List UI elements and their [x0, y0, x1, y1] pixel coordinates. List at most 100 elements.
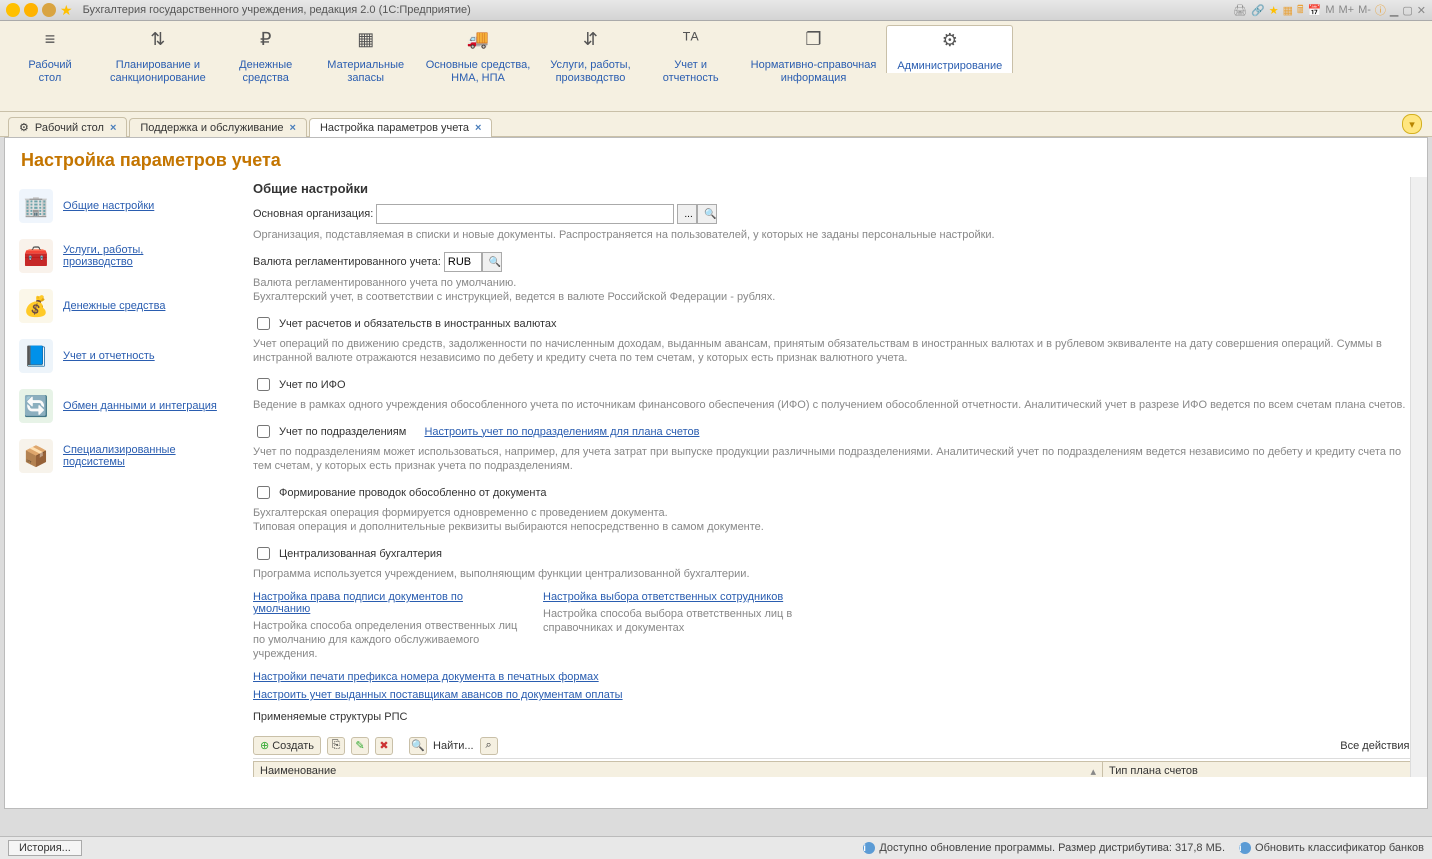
toolbar-item[interactable]: ❐ Нормативно-справочнаяинформация — [741, 29, 887, 85]
grid-header-name[interactable]: Наименование▴ — [254, 762, 1103, 777]
org-hint: Организация, подставляемая в списки и но… — [253, 228, 1417, 242]
separate-entries-hint: Бухгалтерская операция формируется однов… — [253, 506, 1417, 534]
tabs-dropdown-icon[interactable]: ▾ — [1402, 114, 1422, 134]
dept-label: Учет по подразделениям — [279, 426, 406, 438]
sidebar-icon: 📘 — [19, 339, 53, 373]
toolbar-item[interactable]: 🚚 Основные средства,НМА, НПА — [416, 29, 541, 85]
print-prefix-link[interactable]: Настройки печати префикса номера докумен… — [253, 671, 599, 683]
sidebar-icon: 🧰 — [19, 239, 53, 273]
grid-header-type[interactable]: Тип плана счетов — [1103, 762, 1416, 777]
advances-link[interactable]: Настроить учет выданных поставщикам аван… — [253, 689, 623, 701]
foreign-currency-hint: Учет операций по движению средств, задол… — [253, 337, 1417, 365]
separate-entries-checkbox[interactable] — [257, 486, 270, 499]
sidebar-item[interactable]: 💰Денежные средства — [15, 281, 245, 331]
signature-rights-link[interactable]: Настройка права подписи документов по ум… — [253, 591, 463, 615]
sidebar-label: Общие настройки — [63, 200, 154, 212]
sidebar-icon: 📦 — [19, 439, 53, 473]
history-button[interactable]: История... — [8, 840, 82, 856]
page: Настройка параметров учета 🏢Общие настро… — [4, 137, 1428, 809]
sidebar-label: Услуги, работы,производство — [63, 244, 143, 268]
toolbar-label: Услуги, работы,производство — [550, 59, 630, 85]
sidebar-item[interactable]: 📘Учет и отчетность — [15, 331, 245, 381]
toolbar-item[interactable]: ⇅Планирование исанкционирование — [100, 29, 216, 85]
org-search-button[interactable]: 🔍 — [697, 204, 717, 224]
toolbar-label: Рабочийстол — [10, 59, 90, 85]
link-icon[interactable]: 🔗 — [1251, 4, 1265, 17]
close-icon[interactable]: ✕ — [1417, 4, 1426, 17]
responsible-selection-link[interactable]: Настройка выбора ответственных сотрудник… — [543, 591, 783, 603]
tab[interactable]: Поддержка и обслуживание × — [129, 118, 307, 137]
print-icon[interactable]: 🖨 — [1233, 4, 1247, 17]
max-icon[interactable]: ▢ — [1402, 4, 1412, 17]
scrollbar[interactable] — [1410, 177, 1427, 777]
sidebar-label: Денежные средства — [63, 300, 165, 312]
info-icon: i — [863, 842, 875, 854]
sidebar-item[interactable]: 🏢Общие настройки — [15, 181, 245, 231]
page-title: Настройка параметров учета — [5, 138, 1427, 177]
toolbar-icon: ᵀᴬ — [651, 29, 731, 53]
tab-label: Рабочий стол — [35, 122, 104, 134]
toolbar-label: Основные средства,НМА, НПА — [426, 59, 531, 85]
tab-close-icon[interactable]: × — [110, 122, 116, 134]
fav-icon[interactable]: ★ — [1269, 4, 1279, 17]
foreign-currency-checkbox[interactable] — [257, 317, 270, 330]
status-bank[interactable]: iОбновить классификатор банков — [1239, 842, 1424, 854]
nav-forward-icon[interactable] — [42, 3, 56, 17]
rps-all-actions[interactable]: Все действия▾ — [1340, 739, 1417, 752]
rps-search-icon[interactable]: 🔍 — [409, 737, 427, 755]
toolbar-item[interactable]: ▦Материальныезапасы — [316, 29, 416, 85]
tab[interactable]: Настройка параметров учета× — [309, 118, 492, 137]
min-icon[interactable]: ▁ — [1390, 4, 1398, 17]
settings-sidebar: 🏢Общие настройки 🧰 Услуги, работы,производ… — [5, 177, 249, 797]
currency-hint: Валюта регламентированного учета по умол… — [253, 276, 1417, 304]
sidebar-label: Специализированныеподсистемы — [63, 444, 176, 468]
toolbar-item[interactable]: ⚙Администрирование — [886, 25, 1013, 73]
rps-edit-icon[interactable]: ✎ — [351, 737, 369, 755]
toolbar-item[interactable]: ⇵Услуги, работы,производство — [540, 29, 640, 85]
rps-copy-icon[interactable]: ⎘ — [327, 737, 345, 755]
org-picker-button[interactable]: ... — [677, 204, 697, 224]
tab-close-icon[interactable]: × — [290, 122, 296, 134]
currency-input[interactable] — [444, 252, 482, 272]
statusbar: История... iДоступно обновление программ… — [0, 836, 1432, 859]
app-icon[interactable] — [6, 3, 20, 17]
rps-delete-icon[interactable]: ✖ — [375, 737, 393, 755]
rps-create-button[interactable]: ⊕Создать — [253, 736, 321, 755]
toolbar-item[interactable]: ᵀᴬУчет иотчетность — [641, 29, 741, 85]
sidebar-item[interactable]: 📦 Специализированныеподсистемы — [15, 431, 245, 481]
toolbar-item[interactable]: ≡Рабочийстол — [0, 29, 100, 85]
info-icon[interactable]: ⓘ — [1375, 2, 1386, 18]
rps-clear-search-icon[interactable]: ⌕ — [480, 737, 498, 755]
tab-label: Поддержка и обслуживание — [140, 122, 283, 134]
nav-back-icon[interactable] — [24, 3, 38, 17]
toolbar-item[interactable]: ₽Денежныесредства — [216, 29, 316, 85]
tab-close-icon[interactable]: × — [475, 122, 481, 134]
calendar-icon[interactable]: 📅 — [1308, 4, 1322, 17]
status-update[interactable]: iДоступно обновление программы. Размер д… — [863, 842, 1225, 854]
tab[interactable]: ⚙Рабочий стол× — [8, 117, 127, 137]
calc-icon[interactable]: 🖩 — [1297, 1, 1304, 20]
settings-main: Общие настройки Основная организация: ..… — [249, 177, 1427, 777]
currency-search-button[interactable]: 🔍 — [482, 252, 502, 272]
dept-checkbox[interactable] — [257, 425, 270, 438]
rps-find-label[interactable]: Найти... — [433, 740, 474, 752]
m-reg[interactable]: M — [1325, 4, 1334, 16]
sidebar-item[interactable]: 🧰 Услуги, работы,производство — [15, 231, 245, 281]
org-label: Основная организация: — [253, 208, 373, 220]
centralized-checkbox[interactable] — [257, 547, 270, 560]
toolbar-label: Материальныезапасы — [326, 59, 406, 85]
toolbar-icon: ⇅ — [110, 29, 206, 53]
sidebar-item[interactable]: 🔄Обмен данными и интеграция — [15, 381, 245, 431]
toolbar-icon: ❐ — [751, 29, 877, 53]
favorite-icon[interactable]: ★ — [60, 2, 73, 19]
grid-icon[interactable]: ▦ — [1283, 4, 1293, 17]
signature-rights-hint: Настройка способа определения отвественн… — [253, 619, 523, 661]
ifo-checkbox[interactable] — [257, 378, 270, 391]
m-plus[interactable]: M+ — [1338, 4, 1354, 16]
separate-entries-label: Формирование проводок обособленно от док… — [279, 487, 547, 499]
dept-config-link[interactable]: Настроить учет по подразделениям для пла… — [424, 426, 699, 438]
org-input[interactable] — [376, 204, 674, 224]
toolbar-label: Нормативно-справочнаяинформация — [751, 59, 877, 85]
toolbar-icon: 🚚 — [426, 29, 531, 53]
m-minus[interactable]: M- — [1358, 4, 1371, 16]
